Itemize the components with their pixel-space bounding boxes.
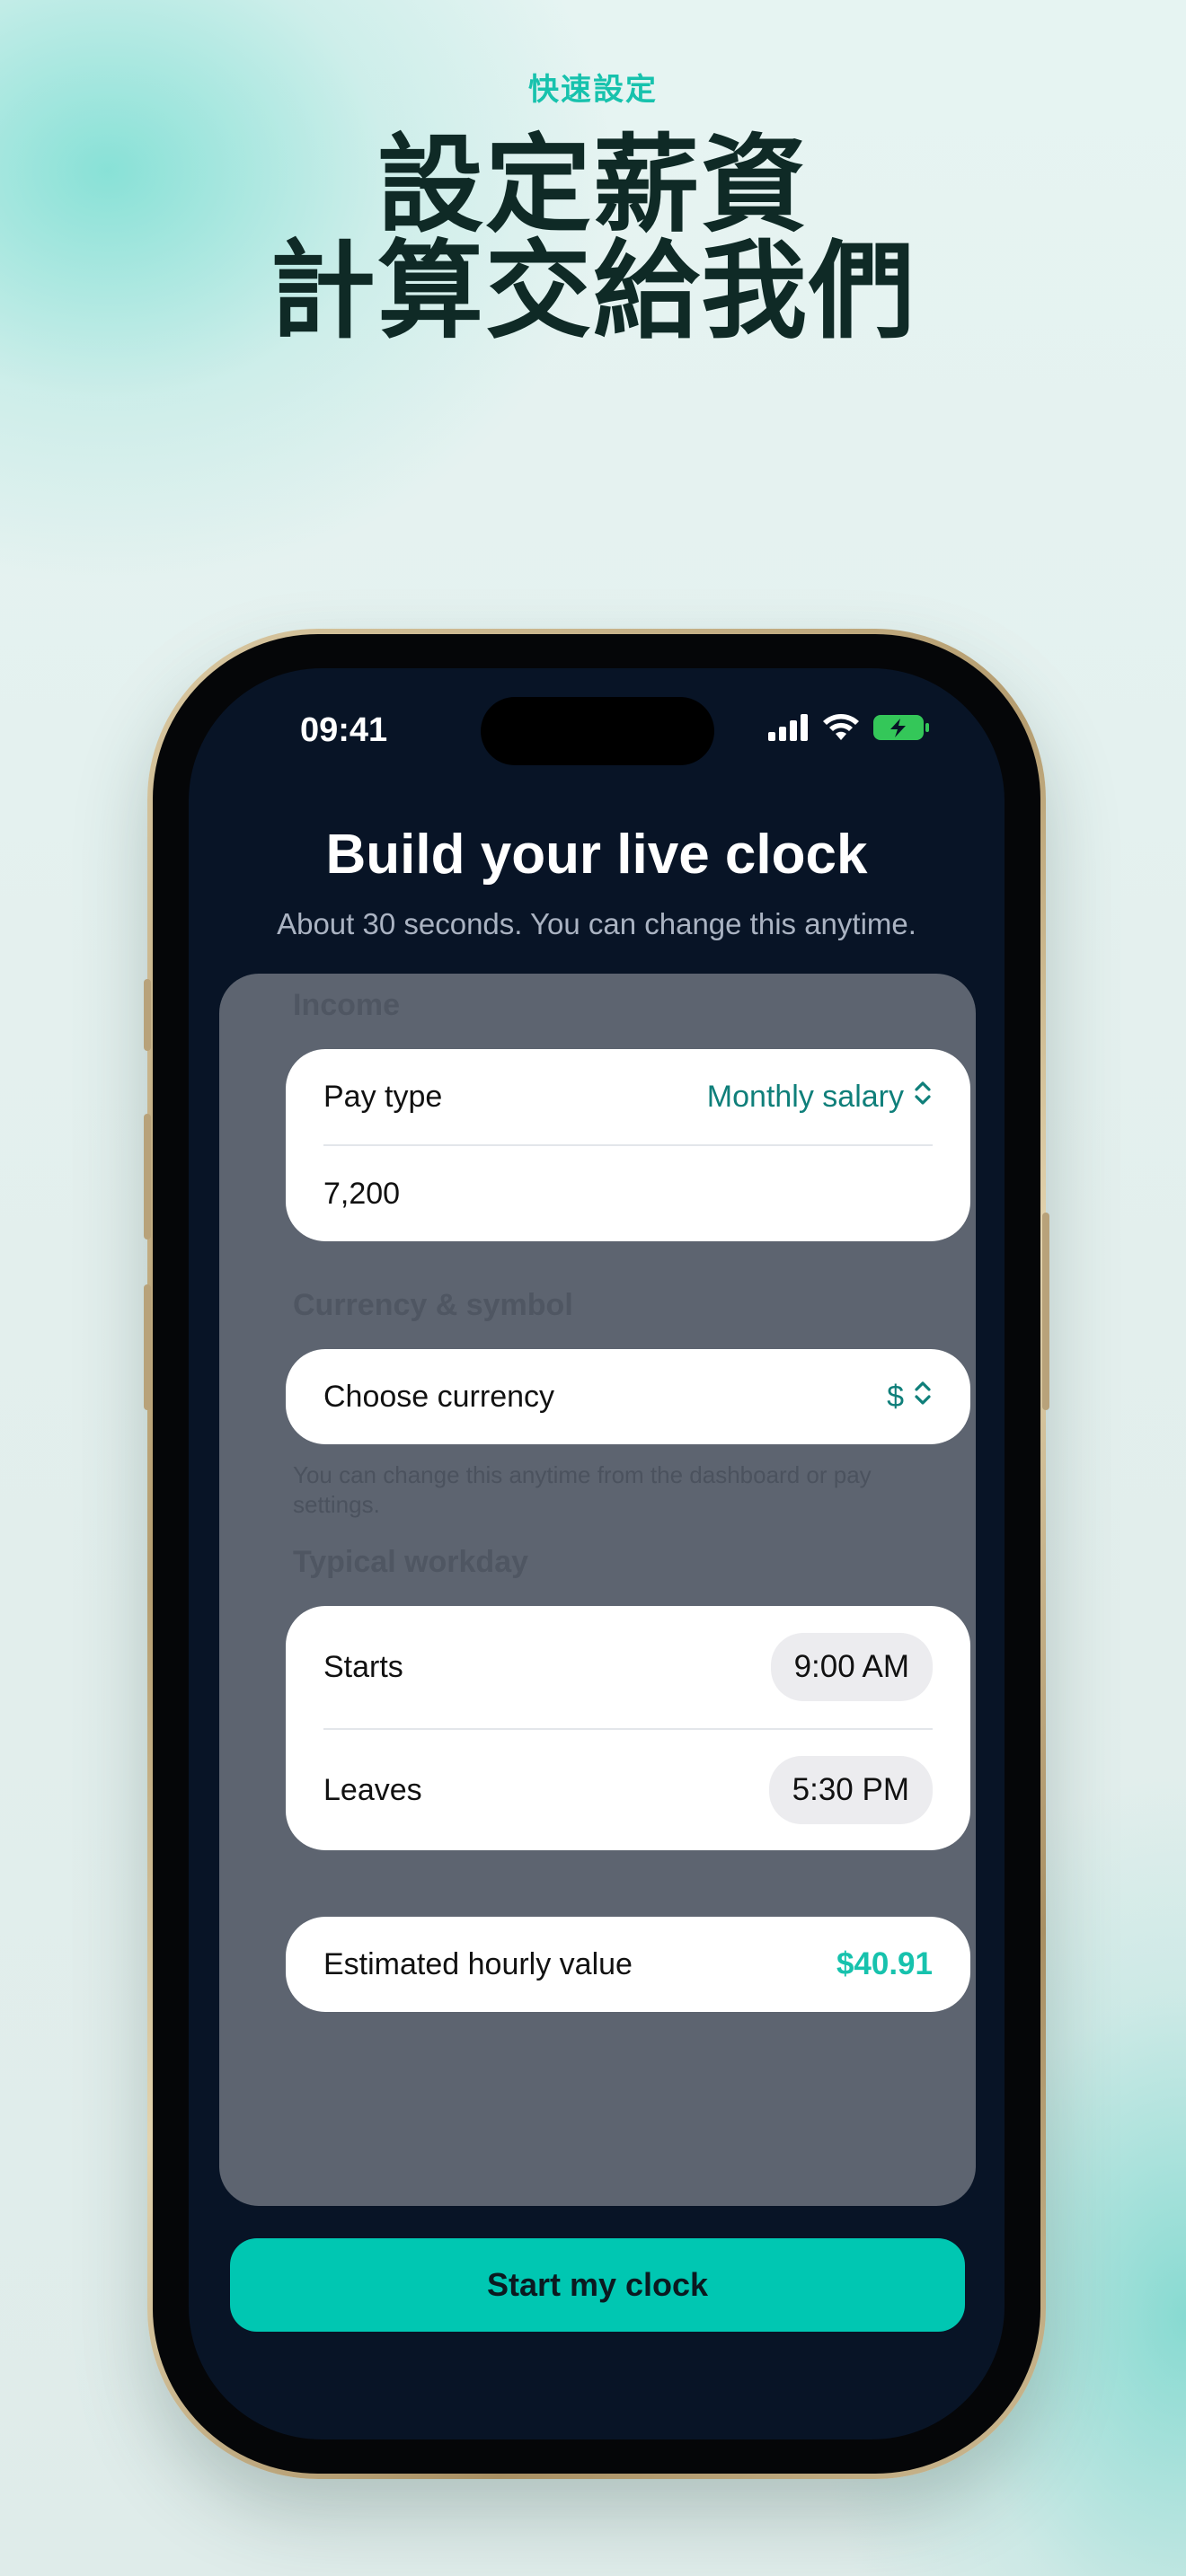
income-section-label: Income xyxy=(293,988,401,1022)
pay-type-row[interactable]: Pay type Monthly salary xyxy=(323,1049,933,1144)
leaves-time-picker[interactable]: 5:30 PM xyxy=(768,1756,933,1824)
currency-symbol: $ xyxy=(887,1379,904,1414)
estimate-value: $40.91 xyxy=(836,1946,933,1981)
start-my-clock-button[interactable]: Start my clock xyxy=(230,2238,965,2332)
currency-card[interactable]: Choose currency $ xyxy=(286,1349,970,1444)
power-button xyxy=(1042,1213,1049,1410)
leaves-label: Leaves xyxy=(323,1772,422,1807)
volume-down-button xyxy=(144,1284,151,1410)
chevron-up-down-icon xyxy=(913,1380,933,1415)
estimate-label: Estimated hourly value xyxy=(323,1946,633,1981)
pay-type-picker[interactable]: Monthly salary xyxy=(707,1080,933,1115)
starts-time-picker[interactable]: 9:00 AM xyxy=(770,1633,933,1701)
status-icons xyxy=(768,713,930,745)
estimate-card: Estimated hourly value $40.91 xyxy=(286,1917,970,2012)
workday-card: Starts 9:00 AM Leaves 5:30 PM xyxy=(286,1606,970,1850)
chevron-up-down-icon xyxy=(913,1080,933,1115)
starts-label: Starts xyxy=(323,1649,403,1684)
headline-line-2: 計算交給我們 xyxy=(269,233,916,351)
pay-type-value: Monthly salary xyxy=(706,1079,904,1114)
status-time: 09:41 xyxy=(300,711,388,749)
wifi-icon xyxy=(822,713,860,746)
income-card: Pay type Monthly salary 7,200 xyxy=(286,1049,970,1241)
choose-currency-label: Choose currency xyxy=(323,1379,555,1414)
currency-section-label: Currency & symbol xyxy=(293,1288,573,1322)
leaves-row: Leaves 5:30 PM xyxy=(323,1730,933,1850)
hero-headline: 設定薪資 計算交給我們 xyxy=(0,133,1186,345)
dynamic-island xyxy=(481,697,714,765)
battery-charging-icon xyxy=(872,713,930,746)
starts-row: Starts 9:00 AM xyxy=(323,1606,933,1728)
phone-screen: 09:41 Build your live clock About 30 sec… xyxy=(189,668,1005,2439)
amount-row[interactable]: 7,200 xyxy=(323,1146,933,1241)
currency-picker[interactable]: $ xyxy=(887,1380,933,1415)
workday-section-label: Typical workday xyxy=(293,1545,529,1579)
action-button xyxy=(144,979,151,1051)
form-sheet: Income Pay type Monthly salary 7,200 Cur… xyxy=(219,974,976,2206)
currency-helper-text: You can change this anytime from the das… xyxy=(293,1461,872,1518)
pay-type-label: Pay type xyxy=(323,1079,443,1114)
volume-up-button xyxy=(144,1114,151,1239)
cellular-signal-icon xyxy=(768,713,810,745)
headline-line-1: 設定薪資 xyxy=(376,127,809,245)
amount-field[interactable]: 7,200 xyxy=(323,1177,400,1212)
choose-currency-row[interactable]: Choose currency $ xyxy=(323,1349,933,1444)
estimate-row: Estimated hourly value $40.91 xyxy=(323,1917,933,2012)
screen-subtitle: About 30 seconds. You can change this an… xyxy=(277,907,916,940)
screen-title: Build your live clock xyxy=(325,824,868,886)
eyebrow-text: 快速設定 xyxy=(528,73,658,107)
